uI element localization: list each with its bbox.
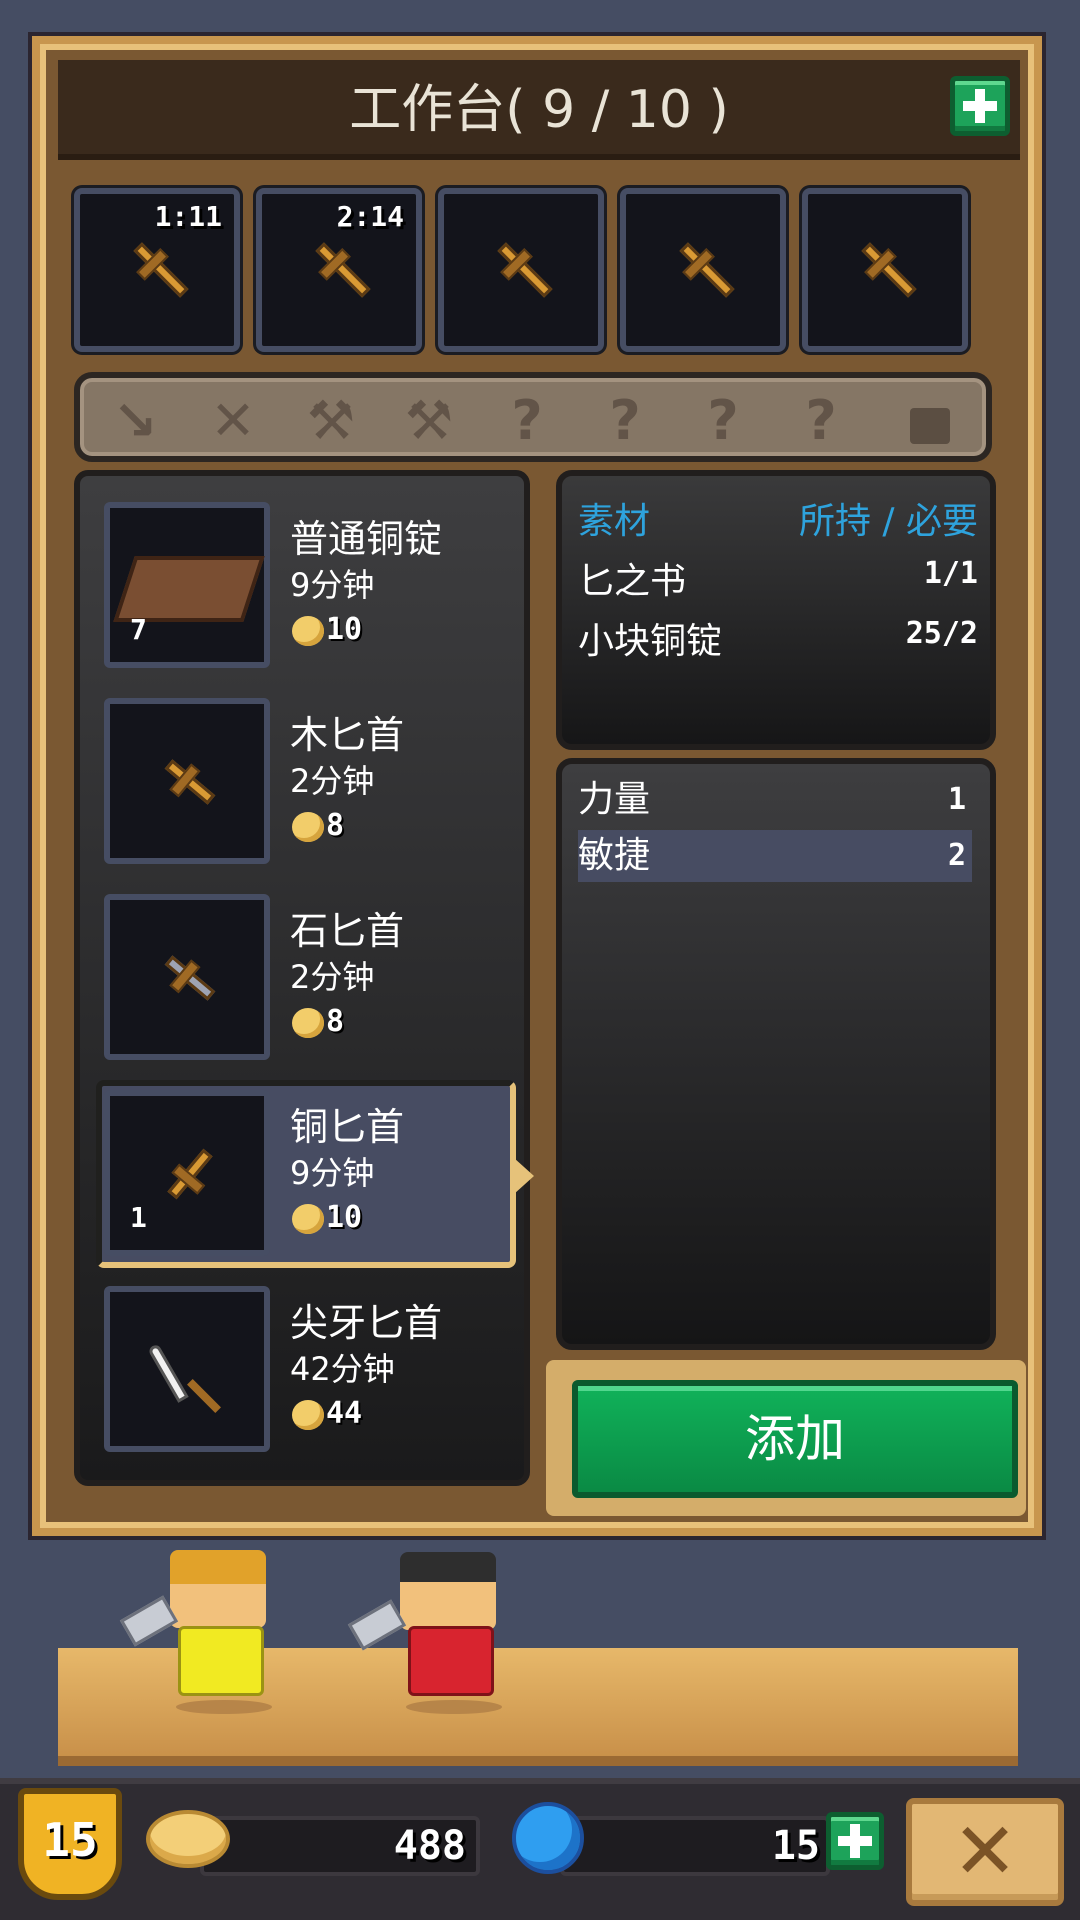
- recipe-time: 2分钟: [290, 958, 375, 996]
- recipe-icon: 1: [104, 1090, 270, 1256]
- gold-counter: 488: [200, 1816, 480, 1876]
- coin-icon: [292, 811, 324, 842]
- owned-required-header: 所持 / 必要: [798, 501, 978, 542]
- recipe-item[interactable]: 尖牙匕首 42分钟 44: [104, 1286, 604, 1456]
- recipe-icon: [104, 698, 270, 864]
- recipe-cost: 8: [292, 1004, 344, 1039]
- lock-icon: [910, 408, 950, 444]
- recipe-item[interactable]: 石匕首 2分钟 8: [104, 894, 604, 1064]
- wood-dagger-icon: [679, 242, 735, 298]
- close-icon: ✕: [952, 1807, 1018, 1897]
- locked-category-icon[interactable]: ?: [492, 392, 562, 450]
- coin-icon: [292, 1399, 324, 1430]
- recipe-cost: 44: [292, 1396, 362, 1431]
- gem-amount: 15: [771, 1823, 820, 1869]
- recipe-item[interactable]: 木匕首 2分钟 8: [104, 698, 604, 868]
- queue-slot[interactable]: [438, 188, 604, 352]
- recipe-icon: 7: [104, 502, 270, 668]
- recipe-time: 2分钟: [290, 762, 375, 800]
- stats-panel: 力量 1 敏捷 2: [556, 758, 996, 1350]
- recipe-item[interactable]: 7 普通铜锭 9分钟 10: [104, 502, 604, 672]
- stat-name: 力量: [578, 779, 651, 820]
- recipe-cost: 8: [292, 808, 344, 843]
- recipe-name: 普通铜锭: [290, 517, 443, 561]
- gold-amount: 488: [393, 1823, 466, 1869]
- wood-dagger-icon: [164, 759, 216, 805]
- blacksmith-worker-red[interactable]: [400, 1552, 496, 1630]
- category-tabs: ↘ ✕ ⚒ ⚒ ? ? ? ?: [74, 372, 992, 462]
- shadow: [406, 1700, 502, 1714]
- stat-row: 敏捷 2: [578, 830, 972, 882]
- sword-category-icon[interactable]: ✕: [198, 392, 268, 450]
- worker-body: [178, 1626, 264, 1696]
- axe-category-icon[interactable]: ⚒: [296, 392, 366, 450]
- wood-dagger-icon: [133, 242, 189, 298]
- hammer-icon: [347, 1599, 407, 1651]
- recipe-name: 铜匕首: [290, 1105, 405, 1149]
- material-name: 匕之书: [578, 561, 687, 602]
- level-badge[interactable]: 15: [18, 1788, 122, 1900]
- slot-timer: 1:11: [154, 200, 222, 233]
- stat-value: 1: [947, 782, 966, 817]
- queue-slot[interactable]: [620, 188, 786, 352]
- recipe-time: 9分钟: [290, 566, 375, 604]
- hammer-category-icon[interactable]: ⚒: [394, 392, 464, 450]
- dagger-category-icon[interactable]: ↘: [100, 392, 170, 450]
- coin-icon: [292, 1007, 324, 1038]
- material-count: 1/1: [923, 556, 978, 591]
- buy-gems-button[interactable]: [826, 1812, 884, 1870]
- materials-header: 素材: [578, 501, 651, 542]
- locked-category-icon[interactable]: ?: [590, 392, 660, 450]
- wood-dagger-icon: [861, 242, 917, 298]
- copper-dagger-icon: [167, 1148, 213, 1200]
- material-count: 25/2: [905, 616, 978, 651]
- close-button[interactable]: ✕: [906, 1798, 1064, 1906]
- recipe-time: 42分钟: [290, 1350, 395, 1388]
- recipe-item-selected[interactable]: 1 铜匕首 9分钟 10: [104, 1090, 604, 1260]
- wood-dagger-icon: [315, 242, 371, 298]
- stat-row: 力量 1: [578, 774, 972, 826]
- recipe-name: 石匕首: [290, 909, 405, 953]
- recipe-cost: 10: [292, 1200, 362, 1235]
- shadow: [176, 1700, 272, 1714]
- recipe-cost: 10: [292, 612, 362, 647]
- gold-coin-icon: [146, 1810, 230, 1868]
- wood-dagger-icon: [497, 242, 553, 298]
- page-title: 工作台( 9 / 10 ): [349, 80, 729, 140]
- recipe-name: 尖牙匕首: [290, 1301, 443, 1345]
- recipe-name: 木匕首: [290, 713, 405, 757]
- coin-icon: [292, 615, 324, 646]
- recipe-icon: [104, 894, 270, 1060]
- recipe-time: 9分钟: [290, 1154, 375, 1192]
- worker-body: [408, 1626, 494, 1696]
- title-bar: 工作台( 9 / 10 ): [58, 60, 1020, 160]
- queue-slot[interactable]: 2:14: [256, 188, 422, 352]
- queue-slot[interactable]: 1:11: [74, 188, 240, 352]
- gem-counter: 15: [560, 1816, 830, 1876]
- recipe-icon: [104, 1286, 270, 1452]
- locked-category-icon[interactable]: ?: [688, 392, 758, 450]
- coin-icon: [292, 1203, 324, 1234]
- slot-timer: 2:14: [336, 200, 404, 233]
- stone-dagger-icon: [164, 955, 216, 1001]
- queue-slot[interactable]: [802, 188, 968, 352]
- gem-icon: [512, 1802, 584, 1874]
- stat-name: 敏捷: [578, 835, 651, 876]
- item-count: 1: [130, 1201, 147, 1234]
- item-count: 7: [130, 613, 147, 646]
- fang-dagger-icon: [147, 1343, 189, 1403]
- stat-value: 2: [947, 838, 966, 873]
- materials-panel: 素材 所持 / 必要 匕之书 1/1 小块铜锭 25/2: [556, 470, 996, 750]
- expand-workbench-button[interactable]: [950, 76, 1010, 136]
- material-name: 小块铜锭: [578, 621, 723, 662]
- locked-category-icon[interactable]: ?: [786, 392, 856, 450]
- blacksmith-worker-yellow[interactable]: [170, 1550, 266, 1628]
- add-button[interactable]: 添加: [572, 1380, 1018, 1498]
- dagger-handle: [187, 1379, 221, 1413]
